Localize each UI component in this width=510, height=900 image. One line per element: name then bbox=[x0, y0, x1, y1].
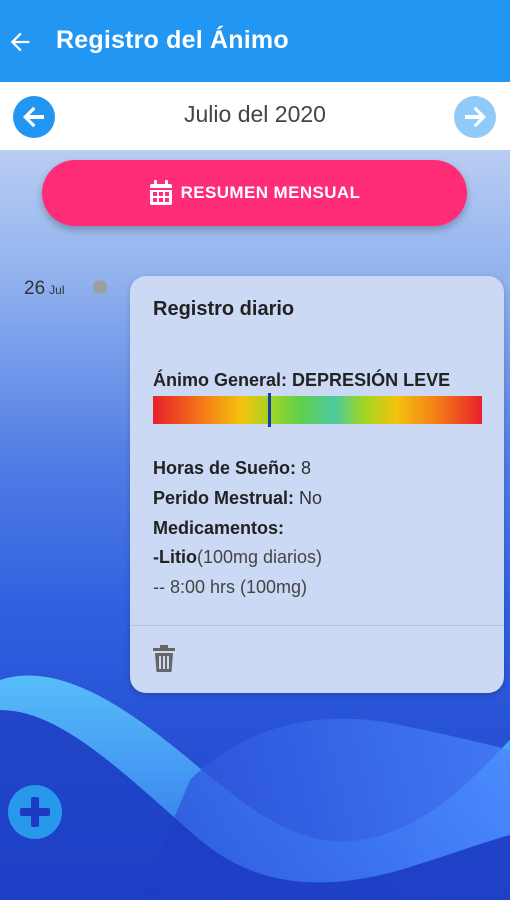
page-title: Registro del Ánimo bbox=[56, 26, 289, 54]
mood-value: DEPRESIÓN LEVE bbox=[292, 370, 451, 390]
monthly-summary-label: RESUMEN MENSUAL bbox=[180, 183, 361, 202]
mood-label: Ánimo General: bbox=[153, 370, 288, 390]
mood-summary: Ánimo General: DEPRESIÓN LEVE bbox=[153, 370, 450, 391]
month-label: Julio del 2020 bbox=[184, 101, 326, 127]
sleep-label: Horas de Sueño: bbox=[153, 458, 297, 478]
monthly-summary-button[interactable]: RESUMEN MENSUAL bbox=[42, 160, 467, 226]
card-title: Registro diario bbox=[153, 298, 295, 320]
entry-day: 26 bbox=[24, 278, 46, 299]
app-bar: Registro del Ánimo bbox=[0, 0, 510, 82]
period-label: Perido Mestrual: bbox=[153, 488, 295, 508]
sleep-hours: Horas de Sueño: 8 bbox=[153, 458, 311, 479]
entry-month: Jul bbox=[49, 283, 65, 297]
period-value: No bbox=[299, 488, 323, 508]
trash-icon[interactable] bbox=[152, 645, 176, 673]
medication-schedule: -- 8:00 hrs (100mg) bbox=[153, 577, 308, 597]
mood-scale-bar bbox=[153, 393, 482, 427]
arrow-right-circle-icon bbox=[465, 106, 486, 128]
calendar-icon bbox=[149, 180, 172, 205]
timeline-dot bbox=[93, 280, 107, 294]
daily-record-card[interactable]: Registro diario Ánimo General: DEPRESIÓN… bbox=[130, 276, 504, 693]
sleep-value: 8 bbox=[301, 458, 312, 478]
medication-item: -Litio(100mg diarios) bbox=[153, 547, 322, 568]
medication-dose: (100mg diarios) bbox=[196, 547, 323, 567]
medications-label: Medicamentos: bbox=[153, 518, 285, 538]
medication-name: -Litio bbox=[153, 547, 197, 567]
mood-marker bbox=[268, 393, 272, 427]
medications-heading: Medicamentos: bbox=[153, 518, 284, 539]
next-month-button[interactable] bbox=[454, 96, 496, 138]
card-divider bbox=[130, 625, 504, 626]
add-entry-button[interactable] bbox=[8, 785, 62, 839]
plus-icon bbox=[20, 797, 50, 827]
menstrual-period: Perido Mestrual: No bbox=[153, 488, 322, 509]
arrow-left-icon[interactable] bbox=[6, 28, 34, 56]
entry-date: 26 Jul bbox=[24, 278, 64, 300]
month-navigation: Julio del 2020 bbox=[0, 82, 510, 150]
